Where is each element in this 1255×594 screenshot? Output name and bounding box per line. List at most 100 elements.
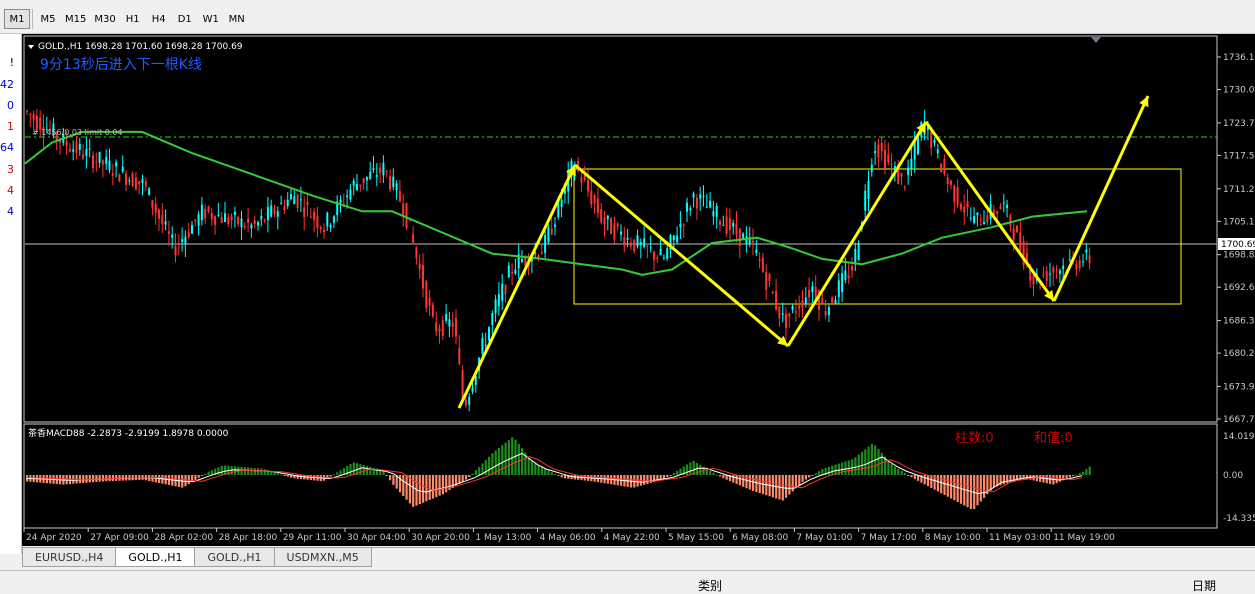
- candle-body: [903, 186, 906, 188]
- macd-bar: [699, 464, 702, 475]
- macd-bar: [422, 475, 425, 503]
- trend-arrow[interactable]: [457, 164, 577, 409]
- candle-body: [369, 171, 372, 179]
- candle-body: [184, 236, 187, 244]
- tab-eurusd-h4[interactable]: EURUSD.,H4: [22, 548, 117, 567]
- macd-bar-count: 柱数:0: [955, 431, 994, 446]
- candle-body: [672, 235, 675, 241]
- tf-h1-button[interactable]: H1: [120, 9, 146, 29]
- tf-d1-button[interactable]: D1: [172, 9, 198, 29]
- candle-body: [656, 257, 659, 259]
- candle-body: [900, 173, 903, 177]
- macd-bar: [926, 475, 930, 487]
- time-tick-label: 7 May 01:00: [796, 533, 852, 543]
- order-level-label: # 1456/0.03 limit 0.04: [32, 128, 123, 137]
- tf-m15-button[interactable]: M15: [61, 9, 90, 29]
- macd-bar: [438, 475, 441, 496]
- candle-body: [959, 203, 962, 210]
- candle-body: [986, 215, 989, 223]
- macd-bar: [1065, 475, 1068, 479]
- candle-body: [950, 180, 952, 185]
- candle-body: [286, 199, 289, 207]
- macd-bar: [405, 475, 408, 500]
- dropdown-arrow-icon[interactable]: [28, 45, 34, 49]
- candle-body: [402, 203, 405, 216]
- candle-body: [590, 190, 593, 205]
- price-chart[interactable]: 1736.15 1730.00 1723.70 1717.55 1711.25 1705.…: [22, 34, 1255, 546]
- tf-mn-button[interactable]: MN: [224, 9, 250, 29]
- left-panel-item: 3: [7, 163, 14, 176]
- candle-body: [798, 305, 801, 309]
- candle-body: [290, 194, 292, 200]
- candle-body: [283, 205, 286, 211]
- candle-body: [593, 195, 596, 204]
- tf-h4-button[interactable]: H4: [146, 9, 172, 29]
- candle-body: [603, 217, 606, 225]
- candle-body: [930, 130, 933, 149]
- candle-body: [158, 209, 160, 219]
- candle-body: [128, 180, 131, 182]
- candle-body: [560, 199, 563, 207]
- candle-body: [702, 195, 705, 197]
- candle-body: [118, 174, 121, 182]
- candle-body: [1062, 265, 1065, 270]
- candle-body: [973, 215, 976, 224]
- candle-body: [877, 144, 880, 158]
- candle-body: [824, 311, 827, 316]
- range-box[interactable]: [573, 168, 1182, 305]
- macd-bar: [418, 475, 421, 505]
- macd-bar: [352, 462, 355, 475]
- macd-bar: [989, 475, 992, 491]
- column-header-category[interactable]: 类别: [698, 577, 722, 594]
- candle-body: [372, 168, 375, 170]
- candle-body: [108, 160, 111, 170]
- macd-bar: [263, 469, 266, 475]
- macd-bar: [521, 448, 524, 475]
- tf-w1-button[interactable]: W1: [198, 9, 224, 29]
- macd-bar: [220, 465, 223, 475]
- trend-arrow[interactable]: [786, 121, 928, 347]
- macd-header: 茶香MACD88 -2.2873 -2.9199 1.8978 0.0000: [28, 427, 229, 439]
- candle-body: [953, 185, 956, 202]
- candle-body: [237, 217, 240, 225]
- candle-body: [78, 143, 81, 151]
- macd-bar: [844, 461, 847, 475]
- candle-body: [844, 270, 847, 280]
- candle-body: [1012, 228, 1015, 241]
- candle-body: [418, 263, 421, 270]
- candle-body: [834, 299, 837, 304]
- column-header-date[interactable]: 日期: [1192, 577, 1216, 594]
- candle-body: [313, 211, 316, 220]
- time-tick-label: 29 Apr 11:00: [283, 533, 342, 543]
- tab-gold-h1[interactable]: GOLD.,H1: [115, 548, 196, 567]
- tf-m30-button[interactable]: M30: [90, 9, 119, 29]
- macd-bar: [818, 471, 821, 475]
- macd-bar: [111, 475, 114, 482]
- macd-bar: [108, 475, 111, 482]
- candle-body: [204, 209, 207, 219]
- macd-bar: [511, 437, 514, 475]
- price-tick-label: 1717.55: [1223, 151, 1255, 161]
- macd-bar: [184, 475, 187, 487]
- chart-header: GOLD.,H1 1698.28 1701.60 1698.28 1700.69: [38, 42, 243, 52]
- trend-arrow[interactable]: [924, 121, 1056, 302]
- macd-bar: [402, 475, 405, 497]
- macd-bar: [537, 465, 540, 475]
- candle-body: [854, 248, 857, 265]
- candle-body: [804, 297, 807, 305]
- tab-gold-h1-second[interactable]: GOLD.,H1: [194, 548, 275, 567]
- macd-bar: [877, 449, 880, 475]
- trend-arrow[interactable]: [1052, 95, 1150, 302]
- tab-usdmxn-m5[interactable]: USDMXN.,M5: [273, 548, 372, 567]
- macd-tick-label: -14.3353: [1223, 514, 1255, 524]
- macd-bar: [431, 475, 435, 499]
- candle-body: [689, 208, 692, 211]
- tf-m1-button[interactable]: M1: [4, 9, 30, 29]
- candle-body: [897, 169, 900, 184]
- chart-shift-marker[interactable]: [1091, 37, 1101, 43]
- candle-body: [610, 218, 613, 234]
- candle-body: [26, 110, 28, 112]
- candle-body: [425, 281, 428, 308]
- chart-window[interactable]: 1736.15 1730.00 1723.70 1717.55 1711.25 1705.…: [22, 34, 1255, 546]
- tf-m5-button[interactable]: M5: [35, 9, 61, 29]
